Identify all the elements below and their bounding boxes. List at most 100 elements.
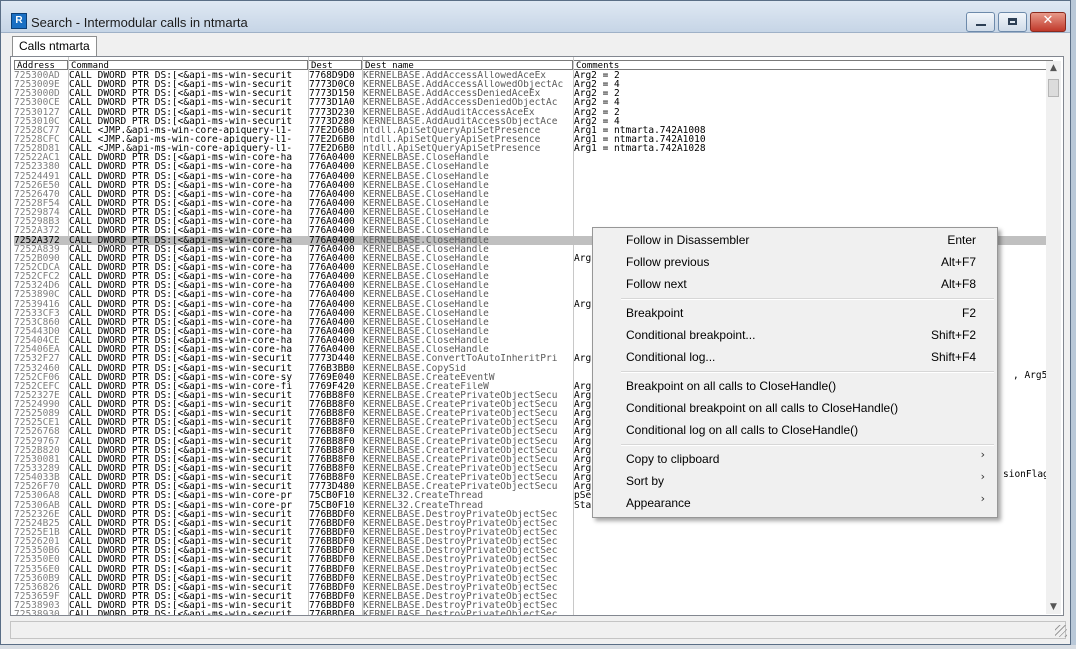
column-header-address[interactable]: Address xyxy=(14,60,68,70)
table-row[interactable]: 725360B9 CALL DWORD PTR DS:[<&api-ms-win-… xyxy=(14,574,1054,583)
cell-dest-name: KERNELBASE.CloseHandle xyxy=(363,326,489,337)
cell-dest-name: KERNELBASE.CopySid xyxy=(363,363,466,373)
table-row[interactable]: 72522AC1 CALL DWORD PTR DS:[<&api-ms-win-… xyxy=(14,153,1054,162)
menu-item-label: Conditional breakpoint... xyxy=(626,328,756,342)
table-row[interactable]: 725300CE CALL DWORD PTR DS:[<&api-ms-win-… xyxy=(14,98,1054,107)
cell-dest-name: KERNELBASE.CreatePrivateObjectSecu xyxy=(363,436,558,446)
table-row[interactable]: 72529874 CALL DWORD PTR DS:[<&api-ms-win-… xyxy=(14,208,1054,217)
scroll-thumb[interactable] xyxy=(1048,79,1059,97)
menu-item-follow-previous[interactable]: Follow previous Alt+F7 xyxy=(593,251,997,273)
table-row[interactable]: 72523380 CALL DWORD PTR DS:[<&api-ms-win-… xyxy=(14,162,1054,171)
cell-dest-name: KERNELBASE.DestroyPrivateObjectSec xyxy=(363,592,558,602)
menu-item-breakpoint[interactable]: Breakpoint F2 xyxy=(593,302,997,324)
minimize-button[interactable] xyxy=(966,12,995,32)
cell-address: 72525E1B xyxy=(14,528,60,538)
menu-item-appearance[interactable]: Appearance › xyxy=(593,492,997,514)
cell-command: CALL DWORD PTR DS:[<&api-ms-win-securit xyxy=(69,518,293,529)
scroll-down-icon[interactable]: ▼ xyxy=(1046,602,1061,612)
table-row[interactable]: 72525E1B CALL DWORD PTR DS:[<&api-ms-win-… xyxy=(14,528,1054,537)
table-row[interactable]: 72526201 CALL DWORD PTR DS:[<&api-ms-win-… xyxy=(14,537,1054,546)
cell-dest: 7773D480 xyxy=(309,482,355,492)
maximize-icon xyxy=(1008,18,1017,25)
maximize-button[interactable] xyxy=(998,12,1027,32)
menu-item-shortcut: Alt+F7 xyxy=(940,255,976,269)
cell-command: CALL DWORD PTR DS:[<&api-ms-win-securit xyxy=(69,107,293,117)
menu-separator xyxy=(621,371,994,373)
table-row[interactable]: 72524491 CALL DWORD PTR DS:[<&api-ms-win-… xyxy=(14,172,1054,181)
menu-item-conditional-breakpoint[interactable]: Conditional breakpoint... Shift+F2 xyxy=(593,324,997,346)
table-row[interactable]: 7253010C CALL DWORD PTR DS:[<&api-ms-win-… xyxy=(14,117,1054,126)
menu-item-label: Conditional log... xyxy=(626,350,716,364)
cell-dest: 776BBDF0 xyxy=(309,528,355,538)
cell-dest-name: KERNELBASE.CreatePrivateObjectSecu xyxy=(363,418,558,428)
menu-item-shortcut: Enter xyxy=(947,233,976,247)
scroll-up-icon[interactable]: ▲ xyxy=(1046,63,1061,73)
menu-item-conditional-breakpoint-on-all-calls-to-closehandle[interactable]: Conditional breakpoint on all calls to C… xyxy=(593,397,997,419)
cell-comment: Arg1 = ntmarta.742A1008 xyxy=(574,125,706,135)
cell-command: CALL DWORD PTR DS:[<&api-ms-win-securit xyxy=(69,528,293,538)
table-row[interactable]: 72528C77 CALL <JMP.&api-ms-win-core-apiqu… xyxy=(14,126,1054,135)
cell-command: CALL DWORD PTR DS:[<&api-ms-win-securit xyxy=(69,116,293,126)
cell-address: 72525CE1 xyxy=(14,418,60,428)
cell-command: CALL DWORD PTR DS:[<&api-ms-win-securit xyxy=(69,98,293,108)
menu-separator xyxy=(621,444,994,446)
menu-item-shortcut: Alt+F8 xyxy=(940,277,976,291)
cell-command: CALL DWORD PTR DS:[<&api-ms-win-securit xyxy=(69,555,293,565)
table-row[interactable]: 72536826 CALL DWORD PTR DS:[<&api-ms-win-… xyxy=(14,583,1054,592)
table-row[interactable]: 72524B25 CALL DWORD PTR DS:[<&api-ms-win-… xyxy=(14,519,1054,528)
cell-dest: 776A0400 xyxy=(309,317,355,327)
cell-dest-name: KERNELBASE.DestroyPrivateObjectSec xyxy=(363,528,558,538)
cell-address: 725350E0 xyxy=(14,555,60,565)
table-row[interactable]: 72526470 CALL DWORD PTR DS:[<&api-ms-win-… xyxy=(14,190,1054,199)
menu-item-follow-next[interactable]: Follow next Alt+F8 xyxy=(593,273,997,295)
table-row[interactable]: 72538903 CALL DWORD PTR DS:[<&api-ms-win-… xyxy=(14,601,1054,610)
cell-command: CALL DWORD PTR DS:[<&api-ms-win-core-ha xyxy=(69,272,293,282)
menu-item-sort-by[interactable]: Sort by › xyxy=(593,470,997,492)
menu-item-conditional-log-on-all-calls-to-closehandle[interactable]: Conditional log on all calls to CloseHan… xyxy=(593,419,997,441)
menu-item-label: Conditional breakpoint on all calls to C… xyxy=(626,401,899,415)
vertical-scrollbar[interactable]: ▲ ▼ xyxy=(1046,61,1061,614)
cell-comment: Arg1 = ntmarta.742A1010 xyxy=(574,134,706,145)
cell-address: 72536826 xyxy=(14,582,60,593)
menu-item-copy-to-clipboard[interactable]: Copy to clipboard › xyxy=(593,448,997,470)
cell-command: CALL DWORD PTR DS:[<&api-ms-win-core-ha xyxy=(69,244,293,254)
table-row[interactable]: 7253000D CALL DWORD PTR DS:[<&api-ms-win-… xyxy=(14,89,1054,98)
table-row[interactable]: 725350B6 CALL DWORD PTR DS:[<&api-ms-win-… xyxy=(14,546,1054,555)
column-header-dest-name[interactable]: Dest name xyxy=(362,60,573,70)
cell-address: 72524B25 xyxy=(14,518,60,529)
column-header-comments[interactable]: Comments xyxy=(573,60,1053,70)
table-row[interactable]: 72528F54 CALL DWORD PTR DS:[<&api-ms-win-… xyxy=(14,199,1054,208)
table-row[interactable]: 72526E50 CALL DWORD PTR DS:[<&api-ms-win-… xyxy=(14,181,1054,190)
table-row[interactable]: 725350E0 CALL DWORD PTR DS:[<&api-ms-win-… xyxy=(14,555,1054,564)
menu-item-conditional-log[interactable]: Conditional log... Shift+F4 xyxy=(593,346,997,368)
table-row[interactable]: 72538930 CALL DWORD PTR DS:[<&api-ms-win-… xyxy=(14,610,1054,615)
cell-dest-name: KERNELBASE.AddAccessAllowedAceEx xyxy=(363,71,547,81)
table-row[interactable]: 725356E0 CALL DWORD PTR DS:[<&api-ms-win-… xyxy=(14,565,1054,574)
table-row[interactable]: 72528CFC CALL <JMP.&api-ms-win-core-apiqu… xyxy=(14,135,1054,144)
list-header: Address Command Dest Dest name Comments xyxy=(14,60,1063,70)
cell-dest: 7773D1A0 xyxy=(309,98,355,108)
column-header-command[interactable]: Command xyxy=(68,60,308,70)
cell-dest-name: KERNELBASE.AddAuditAccessAceEx xyxy=(363,107,535,117)
menu-item-breakpoint-on-all-calls-to-closehandle[interactable]: Breakpoint on all calls to CloseHandle() xyxy=(593,375,997,397)
cell-dest: 7768D9D0 xyxy=(309,71,355,81)
table-row[interactable]: 72530127 CALL DWORD PTR DS:[<&api-ms-win-… xyxy=(14,108,1054,117)
close-button[interactable]: ✕ xyxy=(1030,12,1066,32)
window-title: Search - Intermodular calls in ntmarta xyxy=(31,15,248,30)
cell-address: 7254033B xyxy=(14,473,60,483)
table-row[interactable]: 7253009E CALL DWORD PTR DS:[<&api-ms-win-… xyxy=(14,80,1054,89)
resize-grip-icon[interactable] xyxy=(1055,625,1067,637)
menu-item-follow-in-disassembler[interactable]: Follow in Disassembler Enter xyxy=(593,229,997,251)
cell-dest: 776BBDF0 xyxy=(309,564,355,574)
table-row[interactable]: 72528D81 CALL <JMP.&api-ms-win-core-apiqu… xyxy=(14,144,1054,153)
column-header-dest[interactable]: Dest xyxy=(308,60,362,70)
chevron-right-icon: › xyxy=(980,470,985,483)
table-row[interactable]: 7253659F CALL DWORD PTR DS:[<&api-ms-win-… xyxy=(14,592,1054,601)
cell-address: 72526470 xyxy=(14,189,60,199)
table-row[interactable]: 725298B3 CALL DWORD PTR DS:[<&api-ms-win-… xyxy=(14,217,1054,226)
table-row[interactable]: 725300AD CALL DWORD PTR DS:[<&api-ms-win-… xyxy=(14,71,1054,80)
cell-address: 7252B090 xyxy=(14,253,60,263)
cell-dest-name: KERNELBASE.DestroyPrivateObjectSec xyxy=(363,573,558,583)
title-bar[interactable]: R Search - Intermodular calls in ntmarta… xyxy=(1,1,1070,33)
tab-calls-ntmarta[interactable]: Calls ntmarta xyxy=(12,36,97,57)
